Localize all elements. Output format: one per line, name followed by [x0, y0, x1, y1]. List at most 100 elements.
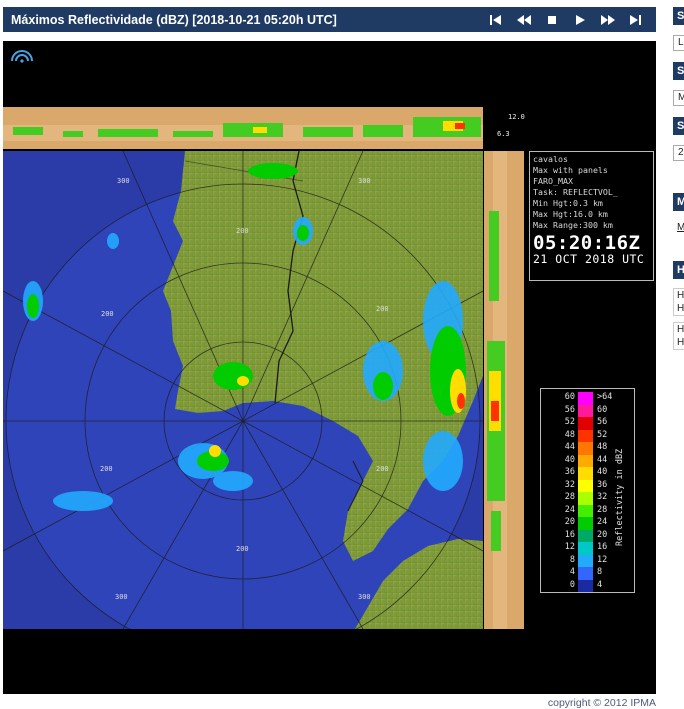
ring-label: 200 [376, 305, 389, 313]
sidebar-heading: H [673, 261, 684, 279]
ring-label: 300 [115, 593, 128, 601]
legend-min-value: 60 [564, 392, 575, 402]
legend-color-swatch [578, 429, 593, 442]
legend-row: 16 20 [541, 529, 634, 542]
legend-color-swatch [578, 417, 593, 430]
legend-max-value: >64 [597, 392, 613, 402]
legend-max-value: 56 [597, 417, 608, 427]
legend-color-swatch [578, 542, 593, 555]
product-titlebar: Máximos Reflectividade (dBZ) [2018-10-21… [3, 7, 656, 32]
first-icon [490, 14, 501, 25]
sidebar-heading: S [673, 117, 684, 135]
legend-max-value: 52 [597, 429, 608, 440]
max-height: Max Hgt:16.0 km [533, 209, 608, 219]
sidebar-link[interactable]: M [677, 222, 684, 233]
legend-row: 40 44 [541, 454, 634, 467]
legend-max-value: 8 [597, 567, 603, 577]
stop-icon [548, 15, 556, 24]
sidebar-list-item[interactable]: H [674, 289, 684, 302]
sidebar-select[interactable]: 2 [673, 145, 684, 161]
ring-label: 200 [236, 227, 249, 235]
legend-color-swatch [578, 504, 593, 517]
reflectivity-legend: Reflectivity in dBZ 60 >64 56 60 52 56 48 52 44 4… [540, 388, 635, 593]
sidebar-heading: S [673, 7, 684, 25]
max-range: Max Range:300 km [533, 220, 613, 230]
legend-min-value: 0 [569, 579, 575, 590]
legend-row: 28 32 [541, 492, 634, 505]
legend-color-swatch [578, 517, 593, 530]
last-icon [630, 14, 641, 25]
legend-min-value: 8 [569, 554, 575, 565]
legend-max-value: 44 [597, 454, 608, 465]
sidebar-list-item[interactable]: H [674, 336, 684, 349]
play-icon [576, 14, 585, 25]
legend-min-value: 40 [564, 454, 575, 465]
signal-icon[interactable] [9, 47, 35, 63]
legend-color-swatch [578, 479, 593, 492]
legend-min-value: 36 [564, 467, 575, 477]
last-frame-button[interactable] [622, 7, 650, 32]
ring-label: 200 [100, 465, 113, 473]
radar-info-panel: cavalos Max with panels FARO_MAX Task: R… [529, 151, 654, 281]
previous-frame-button[interactable] [510, 7, 538, 32]
next-frame-button[interactable] [594, 7, 622, 32]
legend-row: 36 40 [541, 467, 634, 480]
station-name: cavalos [533, 154, 568, 164]
scan-date: 21 OCT 2018 UTC [533, 252, 645, 266]
sidebar-list: H H [673, 288, 684, 316]
min-height: Min Hgt:0.3 km [533, 198, 603, 208]
legend-color-swatch [578, 442, 593, 455]
legend-max-value: 16 [597, 542, 608, 552]
sidebar-heading: M [673, 193, 684, 211]
legend-max-value: 4 [597, 579, 603, 590]
product-title: Máximos Reflectividade (dBZ) [2018-10-21… [11, 12, 337, 27]
legend-min-value: 12 [564, 542, 575, 552]
legend-min-value: 48 [564, 429, 575, 440]
legend-min-value: 44 [564, 442, 575, 452]
legend-max-value: 24 [597, 517, 608, 527]
stop-button[interactable] [538, 7, 566, 32]
legend-color-swatch [578, 579, 593, 592]
legend-min-value: 24 [564, 504, 575, 515]
legend-row: 52 56 [541, 417, 634, 430]
ring-label: 200 [376, 465, 389, 473]
copyright-text: copyright © 2012 IPMA [547, 697, 656, 709]
legend-max-value: 32 [597, 492, 608, 502]
sidebar-select[interactable]: M [673, 90, 684, 106]
ring-label: 300 [358, 593, 371, 601]
legend-row: 24 28 [541, 504, 634, 517]
sidebar-select[interactable]: L [673, 35, 684, 51]
legend-row: 48 [541, 567, 634, 580]
ring-label: 300 [117, 177, 130, 185]
legend-max-value: 20 [597, 529, 608, 540]
play-button[interactable] [566, 7, 594, 32]
legend-color-swatch [578, 492, 593, 505]
legend-color-swatch [578, 454, 593, 467]
legend-row: 04 [541, 579, 634, 592]
ring-label: 300 [358, 177, 371, 185]
legend-row: 32 36 [541, 479, 634, 492]
legend-max-value: 36 [597, 479, 608, 490]
sidebar-list-item[interactable]: H [674, 302, 684, 315]
product-code: FARO_MAX [533, 176, 573, 186]
legend-max-value: 60 [597, 404, 608, 415]
sidebar-list: H H [673, 322, 684, 350]
sidebar-heading: S [673, 62, 684, 80]
legend-color-swatch [578, 392, 593, 405]
radar-viewer[interactable]: 12.0 6.3 300 300 200 200 200 200 200 200… [3, 41, 656, 694]
legend-row: 56 60 [541, 404, 634, 417]
sidebar-list-item[interactable]: H [674, 323, 684, 336]
legend-min-value: 52 [564, 417, 575, 427]
radar-image: 12.0 6.3 300 300 200 200 200 200 200 200… [3, 107, 525, 629]
legend-max-value: 48 [597, 442, 608, 452]
product-name: Max with panels [533, 165, 608, 175]
legend-row: 48 52 [541, 429, 634, 442]
legend-max-value: 12 [597, 554, 608, 565]
legend-row: 20 24 [541, 517, 634, 530]
animation-controls [482, 7, 650, 32]
legend-min-value: 56 [564, 404, 575, 415]
ring-label: 200 [236, 545, 249, 553]
first-frame-button[interactable] [482, 7, 510, 32]
legend-min-value: 4 [569, 567, 575, 577]
legend-max-value: 28 [597, 504, 608, 515]
